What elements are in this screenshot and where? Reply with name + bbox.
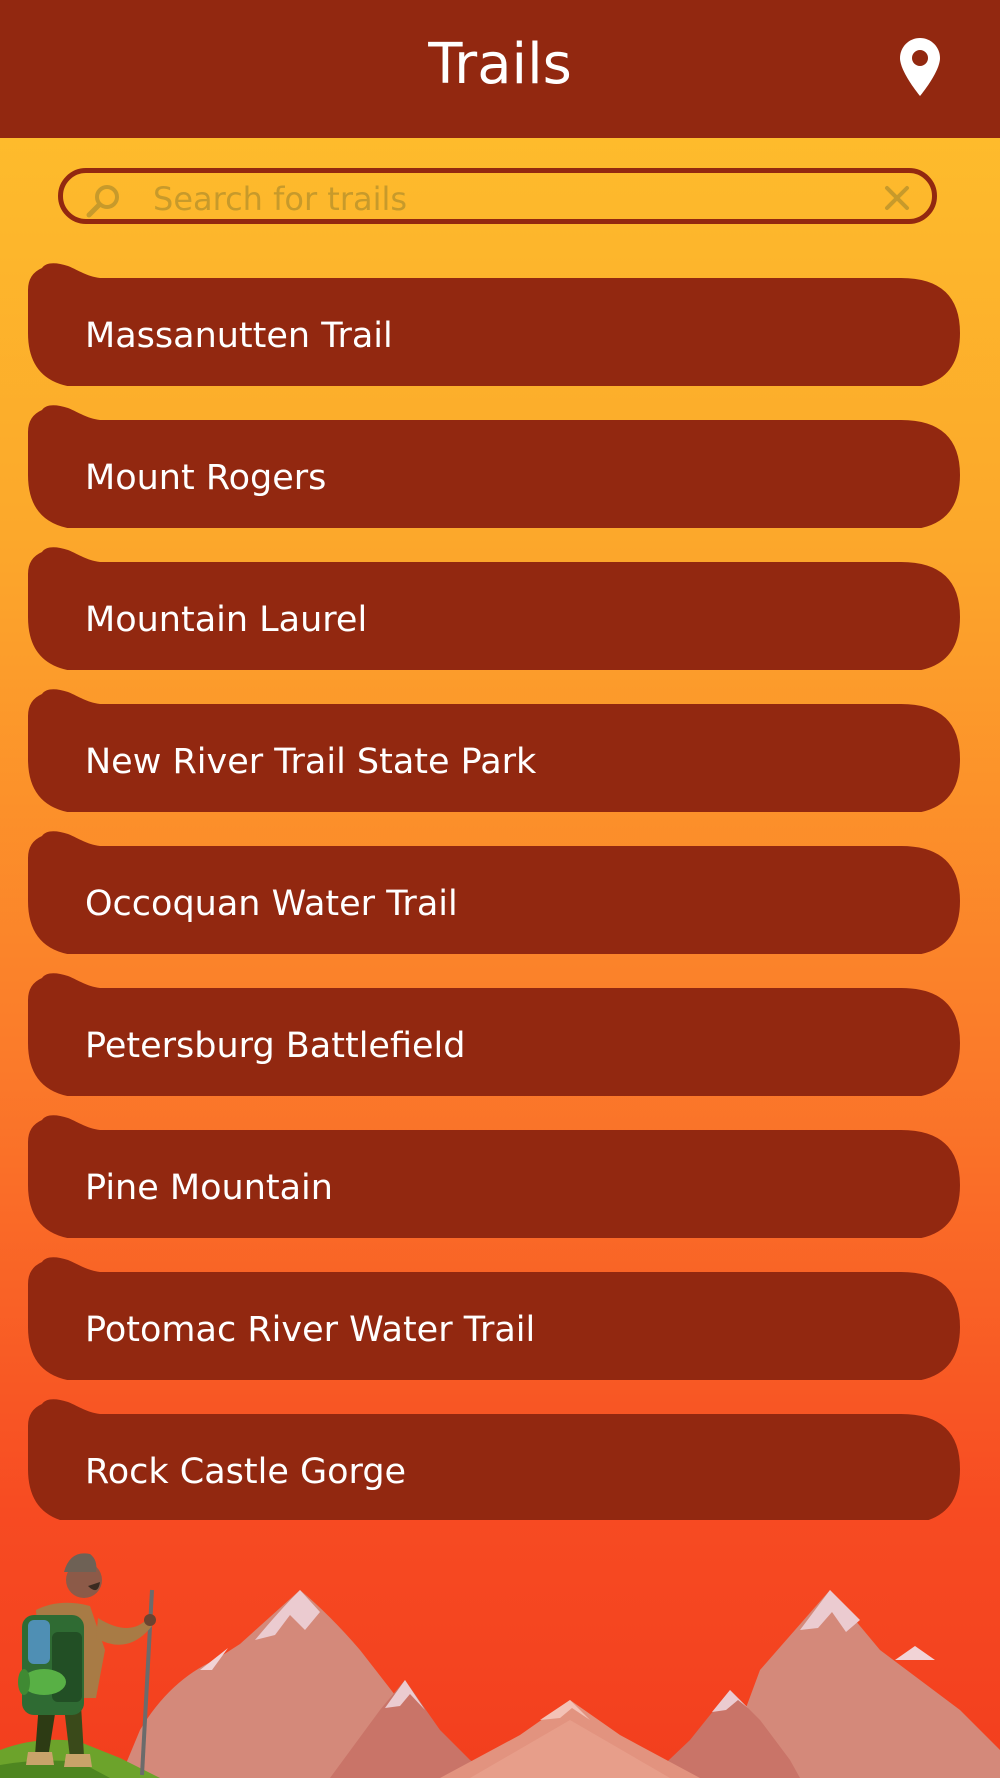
trail-list-item[interactable]: Petersburg Battlefield xyxy=(28,970,960,1096)
trail-name: Rock Castle Gorge xyxy=(85,1452,407,1492)
trail-name: Occoquan Water Trail xyxy=(85,884,458,924)
mountains-illustration xyxy=(0,1553,1000,1778)
trail-name: Potomac River Water Trail xyxy=(85,1310,536,1350)
trail-name: New River Trail State Park xyxy=(85,742,537,782)
trail-list-item[interactable]: Massanutten Trail xyxy=(28,260,960,386)
trail-list-item[interactable]: Mount Rogers xyxy=(28,402,960,528)
trail-name: Pine Mountain xyxy=(85,1168,333,1208)
trail-list-item[interactable]: Occoquan Water Trail xyxy=(28,828,960,954)
trail-name: Massanutten Trail xyxy=(85,316,393,356)
trail-list-item[interactable]: New River Trail State Park xyxy=(28,686,960,812)
trail-list-item[interactable]: Rock Castle Gorge xyxy=(28,1396,960,1520)
trail-list-item[interactable]: Potomac River Water Trail xyxy=(28,1254,960,1380)
trail-list: Massanutten Trail Mount Rogers Mountain … xyxy=(0,0,1000,1520)
trail-name: Mountain Laurel xyxy=(85,600,368,640)
trail-list-item[interactable]: Mountain Laurel xyxy=(28,544,960,670)
trail-name: Mount Rogers xyxy=(85,458,327,498)
trail-name: Petersburg Battlefield xyxy=(85,1026,466,1066)
trail-list-item[interactable]: Pine Mountain xyxy=(28,1112,960,1238)
